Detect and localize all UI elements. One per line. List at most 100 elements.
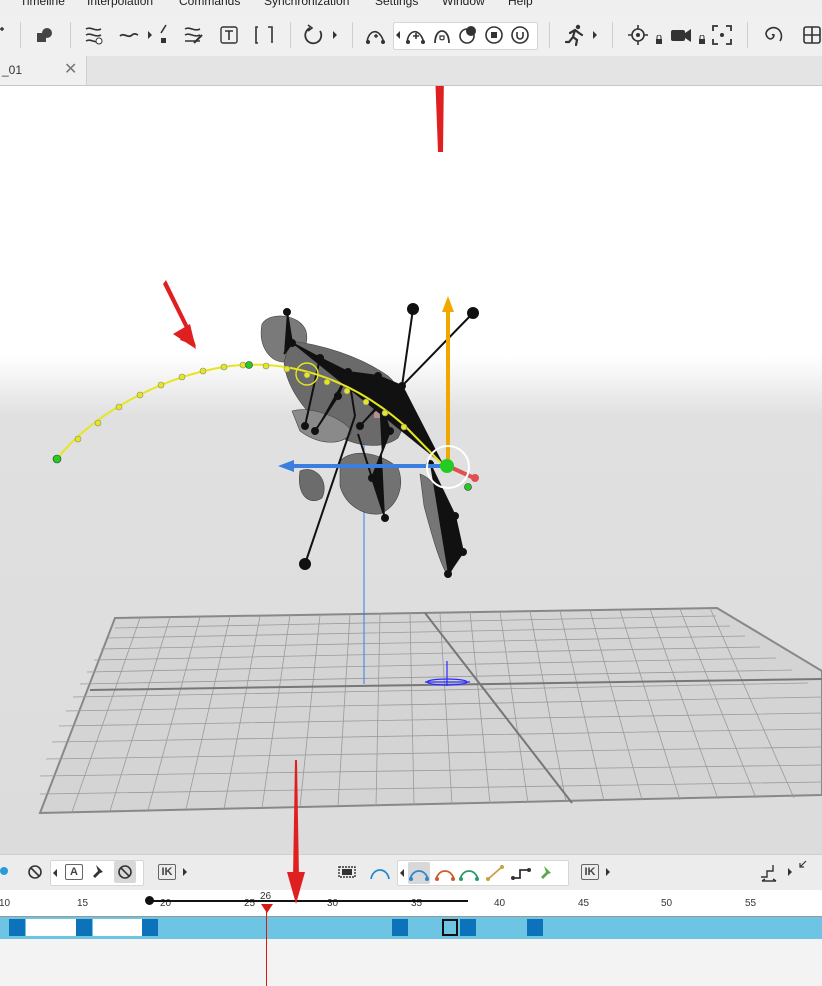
document-tab-bar: _01 ✕ bbox=[0, 56, 822, 86]
hold-pin-icon[interactable] bbox=[536, 862, 558, 884]
path-magnet-icon[interactable] bbox=[430, 23, 454, 47]
keyframe-track[interactable] bbox=[0, 916, 822, 940]
pushpin-icon[interactable] bbox=[88, 861, 110, 883]
auto-key-button[interactable]: A bbox=[62, 861, 84, 883]
menu-timeline[interactable]: Timeline bbox=[20, 0, 65, 8]
crosshair-target-icon[interactable] bbox=[626, 23, 650, 47]
keyframe[interactable] bbox=[142, 919, 158, 936]
keyframe-selected[interactable] bbox=[442, 919, 458, 936]
path-edit-icon[interactable] bbox=[182, 23, 206, 47]
menu-synchronization[interactable]: Synchronization bbox=[264, 0, 349, 8]
transform-icon[interactable] bbox=[0, 23, 10, 47]
keyframe[interactable] bbox=[76, 919, 92, 936]
tick-label: 55 bbox=[745, 898, 757, 909]
secondary-track[interactable] bbox=[0, 939, 822, 986]
curve-tool-icon[interactable] bbox=[118, 23, 142, 47]
key-mode-left-icon[interactable] bbox=[53, 869, 57, 877]
document-tab[interactable]: _01 ✕ bbox=[0, 56, 87, 85]
menu-commands[interactable]: Commands bbox=[179, 0, 240, 8]
film-strip-icon[interactable] bbox=[336, 861, 358, 883]
ease-curve-icon[interactable] bbox=[369, 861, 391, 883]
path-stop-icon[interactable] bbox=[482, 23, 506, 47]
menu-settings[interactable]: Settings bbox=[375, 0, 418, 8]
add-keyframe-arc-icon[interactable] bbox=[364, 23, 388, 47]
retime-icon[interactable] bbox=[758, 861, 780, 883]
scene-canvas bbox=[38, 86, 822, 815]
eyedropper-lock-icon[interactable] bbox=[152, 23, 176, 47]
document-tab-label: _01 bbox=[2, 63, 23, 77]
menu-bar: Timeline Interpolation Commands Synchron… bbox=[0, 0, 822, 14]
interpolation-left-icon[interactable] bbox=[400, 869, 404, 877]
path-visibility-icon[interactable] bbox=[83, 23, 107, 47]
collapse-icon[interactable] bbox=[796, 858, 810, 872]
annotation-arrows bbox=[163, 86, 444, 349]
smooth-curve-icon[interactable] bbox=[408, 862, 430, 884]
tick-label: 45 bbox=[578, 898, 590, 909]
interpolation-group bbox=[397, 860, 569, 886]
grid-view-icon[interactable] bbox=[800, 23, 822, 47]
track-segment bbox=[26, 919, 76, 936]
layers-icon[interactable] bbox=[32, 23, 56, 47]
timeline-ruler[interactable]: 10 15 20 25 30 35 40 45 50 55 26 bbox=[0, 890, 822, 916]
path-blend-icon[interactable] bbox=[456, 23, 480, 47]
step-curve-icon[interactable] bbox=[510, 862, 532, 884]
ik-button[interactable]: IK bbox=[155, 861, 177, 883]
current-frame-label: 26 bbox=[260, 891, 272, 902]
range-start-handle[interactable] bbox=[145, 896, 154, 905]
ik-curve-label: IK bbox=[581, 864, 599, 880]
main-toolbar bbox=[0, 14, 822, 57]
keyframe[interactable] bbox=[460, 919, 476, 936]
playhead-line[interactable] bbox=[266, 908, 267, 986]
anticipation-curve-icon[interactable] bbox=[458, 862, 480, 884]
loop-dropdown-icon[interactable] bbox=[333, 31, 337, 39]
playhead-marker[interactable] bbox=[261, 904, 273, 913]
ik-dropdown-icon[interactable] bbox=[183, 868, 187, 876]
toolbar-separator bbox=[70, 22, 71, 48]
floor-grid bbox=[38, 606, 822, 815]
ik-curve-button[interactable]: IK bbox=[578, 861, 600, 883]
path-magnet-circle-icon[interactable] bbox=[508, 23, 532, 47]
auto-key-label: A bbox=[65, 864, 83, 880]
keyframe[interactable] bbox=[392, 919, 408, 936]
frame-selection-icon[interactable] bbox=[710, 23, 734, 47]
tick-label: 40 bbox=[494, 898, 506, 909]
camera-icon[interactable] bbox=[669, 23, 693, 47]
bracket-tool-icon[interactable] bbox=[252, 23, 276, 47]
timeline-toolbar: A IK IK bbox=[0, 854, 822, 891]
menu-help[interactable]: Help bbox=[508, 0, 533, 8]
path-add-point-icon[interactable] bbox=[404, 23, 428, 47]
running-man-icon[interactable] bbox=[563, 23, 587, 47]
close-icon[interactable]: ✕ bbox=[64, 59, 77, 79]
annotation-arrow-timeline bbox=[287, 760, 305, 904]
toolbar-separator bbox=[747, 22, 748, 48]
tick-label: 50 bbox=[661, 898, 673, 909]
tick-label: 15 bbox=[77, 898, 89, 909]
path-mode-left-icon[interactable] bbox=[396, 31, 400, 39]
toolbar-separator bbox=[20, 22, 21, 48]
text-tool-icon[interactable] bbox=[217, 23, 241, 47]
linear-curve-icon[interactable] bbox=[484, 862, 506, 884]
toolbar-separator bbox=[549, 22, 550, 48]
path-mode-group bbox=[393, 22, 538, 50]
disable-key-icon[interactable] bbox=[114, 861, 136, 883]
menu-window[interactable]: Window bbox=[442, 0, 485, 8]
lock-icon bbox=[654, 35, 664, 45]
pin-icon[interactable] bbox=[0, 861, 14, 883]
ik-label: IK bbox=[158, 864, 176, 880]
running-man-dropdown-icon[interactable] bbox=[593, 31, 597, 39]
toolbar-separator bbox=[290, 22, 291, 48]
toolbar-separator bbox=[352, 22, 353, 48]
ik-curve-dropdown-icon[interactable] bbox=[606, 868, 610, 876]
spiral-icon[interactable] bbox=[760, 23, 784, 47]
3d-viewport[interactable] bbox=[0, 86, 822, 854]
loop-icon[interactable] bbox=[302, 23, 326, 47]
track-segment bbox=[93, 919, 142, 936]
keyframe[interactable] bbox=[527, 919, 543, 936]
disable-icon[interactable] bbox=[24, 861, 46, 883]
lock-icon bbox=[697, 35, 707, 45]
overshoot-curve-icon[interactable] bbox=[434, 862, 456, 884]
menu-interpolation[interactable]: Interpolation bbox=[87, 0, 153, 8]
retime-dropdown-icon[interactable] bbox=[788, 868, 792, 876]
keyframe[interactable] bbox=[9, 919, 25, 936]
key-mode-group: A bbox=[50, 860, 144, 886]
